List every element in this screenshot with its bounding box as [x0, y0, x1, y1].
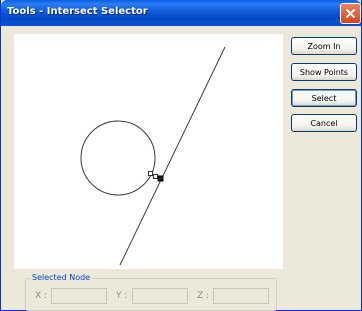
- selected-node-label: Selected Node: [30, 273, 93, 282]
- circle-shape: [80, 120, 156, 196]
- intersection-node-marker-selected[interactable]: [157, 175, 164, 182]
- window-title: Tools - Intersect Selector: [7, 6, 148, 17]
- close-icon: [345, 8, 356, 19]
- show-points-button[interactable]: Show Points: [291, 63, 357, 81]
- x-coordinate-field[interactable]: [51, 288, 107, 304]
- select-button[interactable]: Select: [291, 89, 357, 107]
- y-label: Y :: [116, 291, 128, 301]
- intersection-node-marker[interactable]: [148, 171, 153, 176]
- cancel-button[interactable]: Cancel: [291, 114, 357, 132]
- zoom-in-button[interactable]: Zoom In: [291, 37, 357, 55]
- z-label: Z :: [197, 291, 210, 301]
- z-coordinate-field[interactable]: [213, 288, 269, 304]
- intersecting-line: [119, 46, 226, 266]
- intersection-node-marker[interactable]: [153, 174, 158, 179]
- intersect-drawing: [80, 46, 226, 266]
- intersect-selector-dialog: Tools - Intersect Selector Zoom In Show …: [0, 0, 362, 311]
- drawing-canvas[interactable]: [14, 34, 283, 269]
- title-bar[interactable]: Tools - Intersect Selector: [1, 0, 361, 26]
- close-button[interactable]: [340, 3, 361, 24]
- x-label: X :: [35, 291, 48, 301]
- y-coordinate-field[interactable]: [132, 288, 188, 304]
